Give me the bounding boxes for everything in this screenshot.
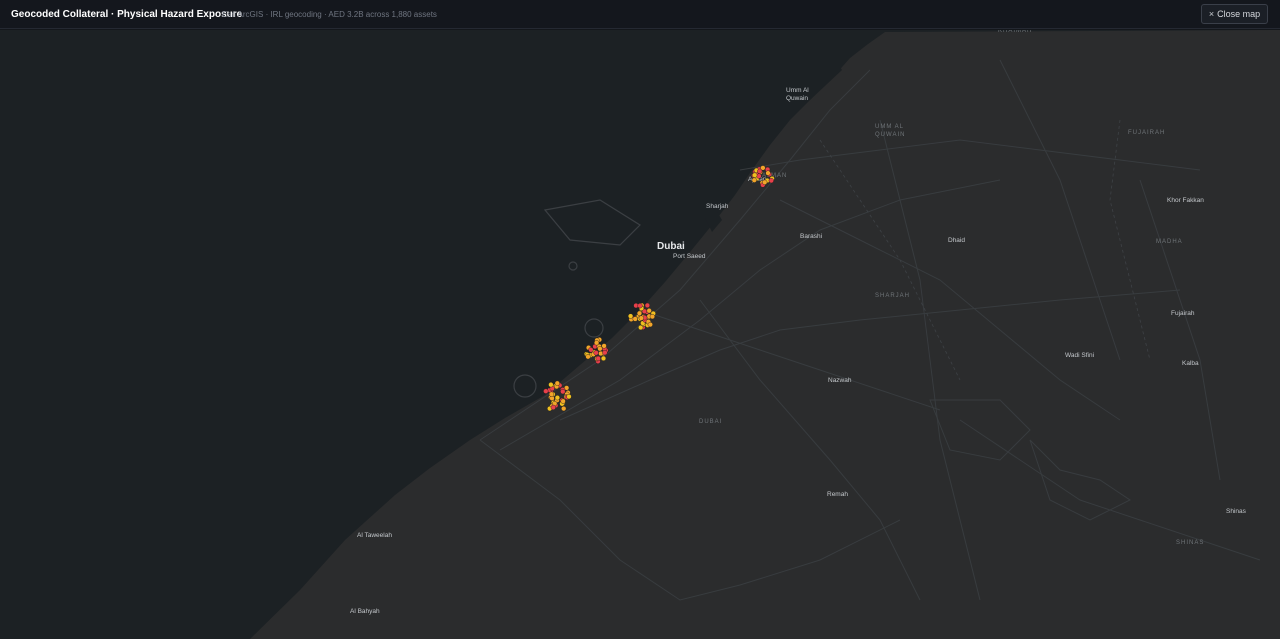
close-icon: × [1208,9,1215,19]
asset-marker[interactable] [561,406,567,412]
asset-marker[interactable] [757,168,763,174]
asset-cluster-jebel-ali[interactable] [543,380,572,412]
map-view[interactable]: KHAIMAH Umm Al Quwain UMM AL QUWAIN FUJAIRA… [0,30,1280,639]
asset-marker[interactable] [644,302,651,309]
asset-marker[interactable] [632,316,638,322]
asset-marker[interactable] [647,322,653,328]
asset-marker[interactable] [600,355,607,362]
close-map-label: Close map [1217,9,1261,19]
asset-marker[interactable] [560,398,566,404]
asset-marker[interactable] [756,173,762,179]
close-map-button[interactable]: × Close map [1201,4,1268,24]
asset-marker[interactable] [762,179,768,185]
asset-marker[interactable] [637,303,643,309]
asset-marker[interactable] [636,310,643,316]
asset-marker[interactable] [638,315,644,321]
asset-marker[interactable] [593,350,599,356]
asset-marker[interactable] [597,346,603,352]
asset-marker[interactable] [560,389,566,395]
asset-marker[interactable] [752,172,758,178]
asset-marker[interactable] [554,380,560,386]
asset-marker[interactable] [768,178,774,184]
asset-marker[interactable] [751,177,757,183]
asset-marker[interactable] [649,314,656,320]
asset-marker[interactable] [566,394,572,400]
asset-marker[interactable] [601,343,607,349]
page-title: Geocoded Collateral · Physical Hazard Ex… [11,9,243,20]
header-bar: Geocoded Collateral · Physical Hazard Ex… [0,0,1280,29]
asset-cluster-dubai-marina[interactable] [583,337,609,364]
asset-marker[interactable] [543,388,549,394]
asset-marker[interactable] [627,313,634,319]
page-subtitle: Esri ArcGIS · IRL geocoding · AED 3.2B a… [222,10,437,19]
asset-marker[interactable] [548,391,555,397]
asset-cluster-ajman[interactable] [751,165,775,188]
asset-marker[interactable] [646,308,652,314]
asset-marker[interactable] [588,347,594,353]
asset-marker[interactable] [602,350,608,356]
asset-marker[interactable] [765,170,771,176]
asset-markers [543,165,775,412]
asset-cluster-dubai-marina-north[interactable] [627,302,656,331]
asset-marker[interactable] [585,354,591,360]
asset-marker[interactable] [595,355,601,362]
asset-marker[interactable] [548,382,554,388]
asset-marker[interactable] [554,395,561,401]
asset-marker[interactable] [593,340,600,346]
asset-marker[interactable] [550,404,556,411]
